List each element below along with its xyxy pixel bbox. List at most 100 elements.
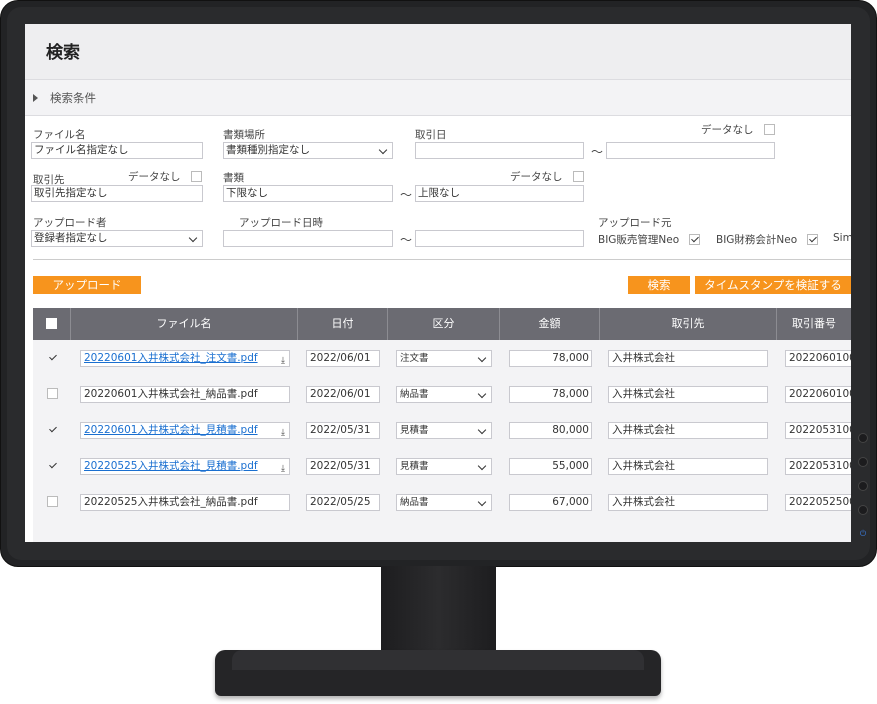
amount-cell[interactable]: 55,000	[509, 458, 592, 475]
page-header: 検索	[25, 24, 851, 80]
select-all-cell	[33, 308, 71, 340]
monitor-button	[858, 481, 868, 491]
column-header[interactable]: 区分	[388, 308, 500, 340]
column-header[interactable]: 日付	[298, 308, 388, 340]
caret-right-icon	[33, 93, 38, 102]
uploader-label: アップロード者	[33, 217, 107, 229]
select-all-checkbox[interactable]	[46, 318, 57, 329]
file-name-label: ファイル名	[33, 129, 86, 141]
range-tilde: 〜	[400, 188, 413, 202]
file-name-input[interactable]: ファイル名指定なし	[31, 142, 203, 159]
kind-select[interactable]: 見積書	[396, 458, 492, 475]
file-name-cell[interactable]: 20220601入井株式会社_注文書.pdf ⤓	[80, 350, 290, 367]
doc-location-select[interactable]: 書類種別指定なし	[223, 142, 393, 159]
uploader-select[interactable]: 登録者指定なし	[31, 230, 203, 247]
row-checkbox[interactable]	[47, 496, 58, 507]
monitor-button	[858, 433, 868, 443]
amount-cell[interactable]: 78,000	[509, 386, 592, 403]
row-checkbox[interactable]	[47, 460, 58, 471]
kind-select[interactable]: 注文書	[396, 350, 492, 367]
verify-timestamp-button[interactable]: タイムスタンプを検証する	[695, 276, 851, 294]
column-header[interactable]: 取引番号	[777, 308, 851, 340]
table-row: 20220601入井株式会社_納品書.pdf 2022/06/01 納品書 78,00…	[33, 376, 851, 412]
file-name-cell[interactable]: 20220601入井株式会社_納品書.pdf	[80, 386, 290, 403]
file-name-cell[interactable]: 20220601入井株式会社_見積書.pdf ⤓	[80, 422, 290, 439]
row-checkbox[interactable]	[47, 388, 58, 399]
partner-cell[interactable]: 入井株式会社	[608, 386, 768, 403]
column-header[interactable]: 取引先	[600, 308, 777, 340]
table-row: 20220525入井株式会社_見積書.pdf ⤓ 2022/05/31 見積書 55,0…	[33, 448, 851, 484]
trade-date-no-data-label: データなし	[701, 124, 754, 136]
date-cell[interactable]: 2022/05/31	[306, 422, 380, 439]
search-conditions-toggle[interactable]: 検索条件	[25, 80, 851, 116]
file-name-cell[interactable]: 20220525入井株式会社_見積書.pdf ⤓	[80, 458, 290, 475]
kind-select[interactable]: 見積書	[396, 422, 492, 439]
upload-source-checkbox[interactable]	[689, 234, 700, 245]
page-title: 検索	[46, 43, 80, 63]
column-header[interactable]: 金額	[500, 308, 600, 340]
doc-type-no-data-checkbox[interactable]	[573, 171, 584, 182]
trade-date-no-data-checkbox[interactable]	[764, 124, 775, 135]
doc-type-from-input[interactable]: 下限なし	[223, 185, 393, 202]
trade-number-cell[interactable]: 2022052500	[785, 494, 851, 511]
table-row: 20220601入井株式会社_注文書.pdf ⤓ 2022/06/01 注文書 78,0…	[33, 340, 851, 376]
doc-type-no-data-label: データなし	[510, 171, 563, 183]
row-checkbox[interactable]	[47, 424, 58, 435]
kind-select[interactable]: 納品書	[396, 494, 492, 511]
monitor-button	[858, 457, 868, 467]
amount-cell[interactable]: 67,000	[509, 494, 592, 511]
form-divider	[33, 259, 851, 260]
trade-date-to-input[interactable]	[606, 142, 775, 159]
row-checkbox[interactable]	[47, 352, 58, 363]
upload-source-checkbox[interactable]	[807, 234, 818, 245]
file-name-link[interactable]: 20220601入井株式会社_注文書.pdf	[84, 352, 258, 364]
date-cell[interactable]: 2022/05/25	[306, 494, 380, 511]
partner-input[interactable]: 取引先指定なし	[31, 185, 203, 202]
table-header: ファイル名 日付 区分 金額 取引先 取引番号	[33, 308, 851, 340]
partner-cell[interactable]: 入井株式会社	[608, 350, 768, 367]
doc-location-label: 書類場所	[223, 129, 265, 141]
doc-type-to-input[interactable]: 上限なし	[415, 185, 584, 202]
search-button[interactable]: 検索	[628, 276, 690, 294]
download-icon[interactable]: ⤓	[281, 354, 285, 366]
partner-cell[interactable]: 入井株式会社	[608, 458, 768, 475]
partner-no-data-label: データなし	[128, 171, 181, 183]
file-name-link[interactable]: 20220525入井株式会社_見積書.pdf	[84, 460, 258, 472]
search-conditions-label: 検索条件	[50, 90, 96, 105]
file-name-cell[interactable]: 20220525入井株式会社_納品書.pdf	[80, 494, 290, 511]
date-cell[interactable]: 2022/06/01	[306, 386, 380, 403]
partner-no-data-checkbox[interactable]	[191, 171, 202, 182]
amount-cell[interactable]: 80,000	[509, 422, 592, 439]
trade-date-from-input[interactable]	[415, 142, 584, 159]
upload-source-label: アップロード元	[598, 217, 672, 229]
partner-cell[interactable]: 入井株式会社	[608, 422, 768, 439]
app-screen: 検索 検索条件 ファイル名 ファイル名指定なし 書類場所 書類種別指定なし 取引…	[25, 24, 851, 542]
download-icon[interactable]: ⤓	[281, 462, 285, 474]
column-header[interactable]: ファイル名	[71, 308, 298, 340]
date-cell[interactable]: 2022/06/01	[306, 350, 380, 367]
file-name-link: 20220525入井株式会社_納品書.pdf	[84, 496, 258, 508]
trade-number-cell[interactable]: 2022060100	[785, 386, 851, 403]
date-cell[interactable]: 2022/05/31	[306, 458, 380, 475]
trade-number-cell[interactable]: 2022060100	[785, 350, 851, 367]
monitor-stand-neck	[381, 566, 496, 658]
amount-cell[interactable]: 78,000	[509, 350, 592, 367]
upload-datetime-from-input[interactable]	[223, 230, 393, 247]
range-tilde: 〜	[591, 145, 604, 159]
trade-number-cell[interactable]: 2022053100	[785, 422, 851, 439]
file-name-link: 20220601入井株式会社_納品書.pdf	[84, 388, 258, 400]
file-name-link[interactable]: 20220601入井株式会社_見積書.pdf	[84, 424, 258, 436]
upload-source-option-label: BIG財務会計Neo	[716, 234, 798, 246]
monitor-stand-base-top	[232, 650, 644, 670]
upload-source-option-label: Sim	[833, 232, 851, 244]
download-icon[interactable]: ⤓	[281, 426, 285, 438]
trade-number-cell[interactable]: 2022053100	[785, 458, 851, 475]
upload-button[interactable]: アップロード	[33, 276, 141, 294]
upload-datetime-to-input[interactable]	[415, 230, 584, 247]
upload-datetime-label: アップロード日時	[239, 217, 323, 229]
search-form: ファイル名 ファイル名指定なし 書類場所 書類種別指定なし 取引日 〜 データな…	[25, 116, 851, 281]
kind-select[interactable]: 納品書	[396, 386, 492, 403]
results-table: ファイル名 日付 区分 金額 取引先 取引番号 20220601入井株式会社_注…	[33, 308, 851, 542]
partner-cell[interactable]: 入井株式会社	[608, 494, 768, 511]
power-icon: ⏻	[859, 529, 867, 538]
